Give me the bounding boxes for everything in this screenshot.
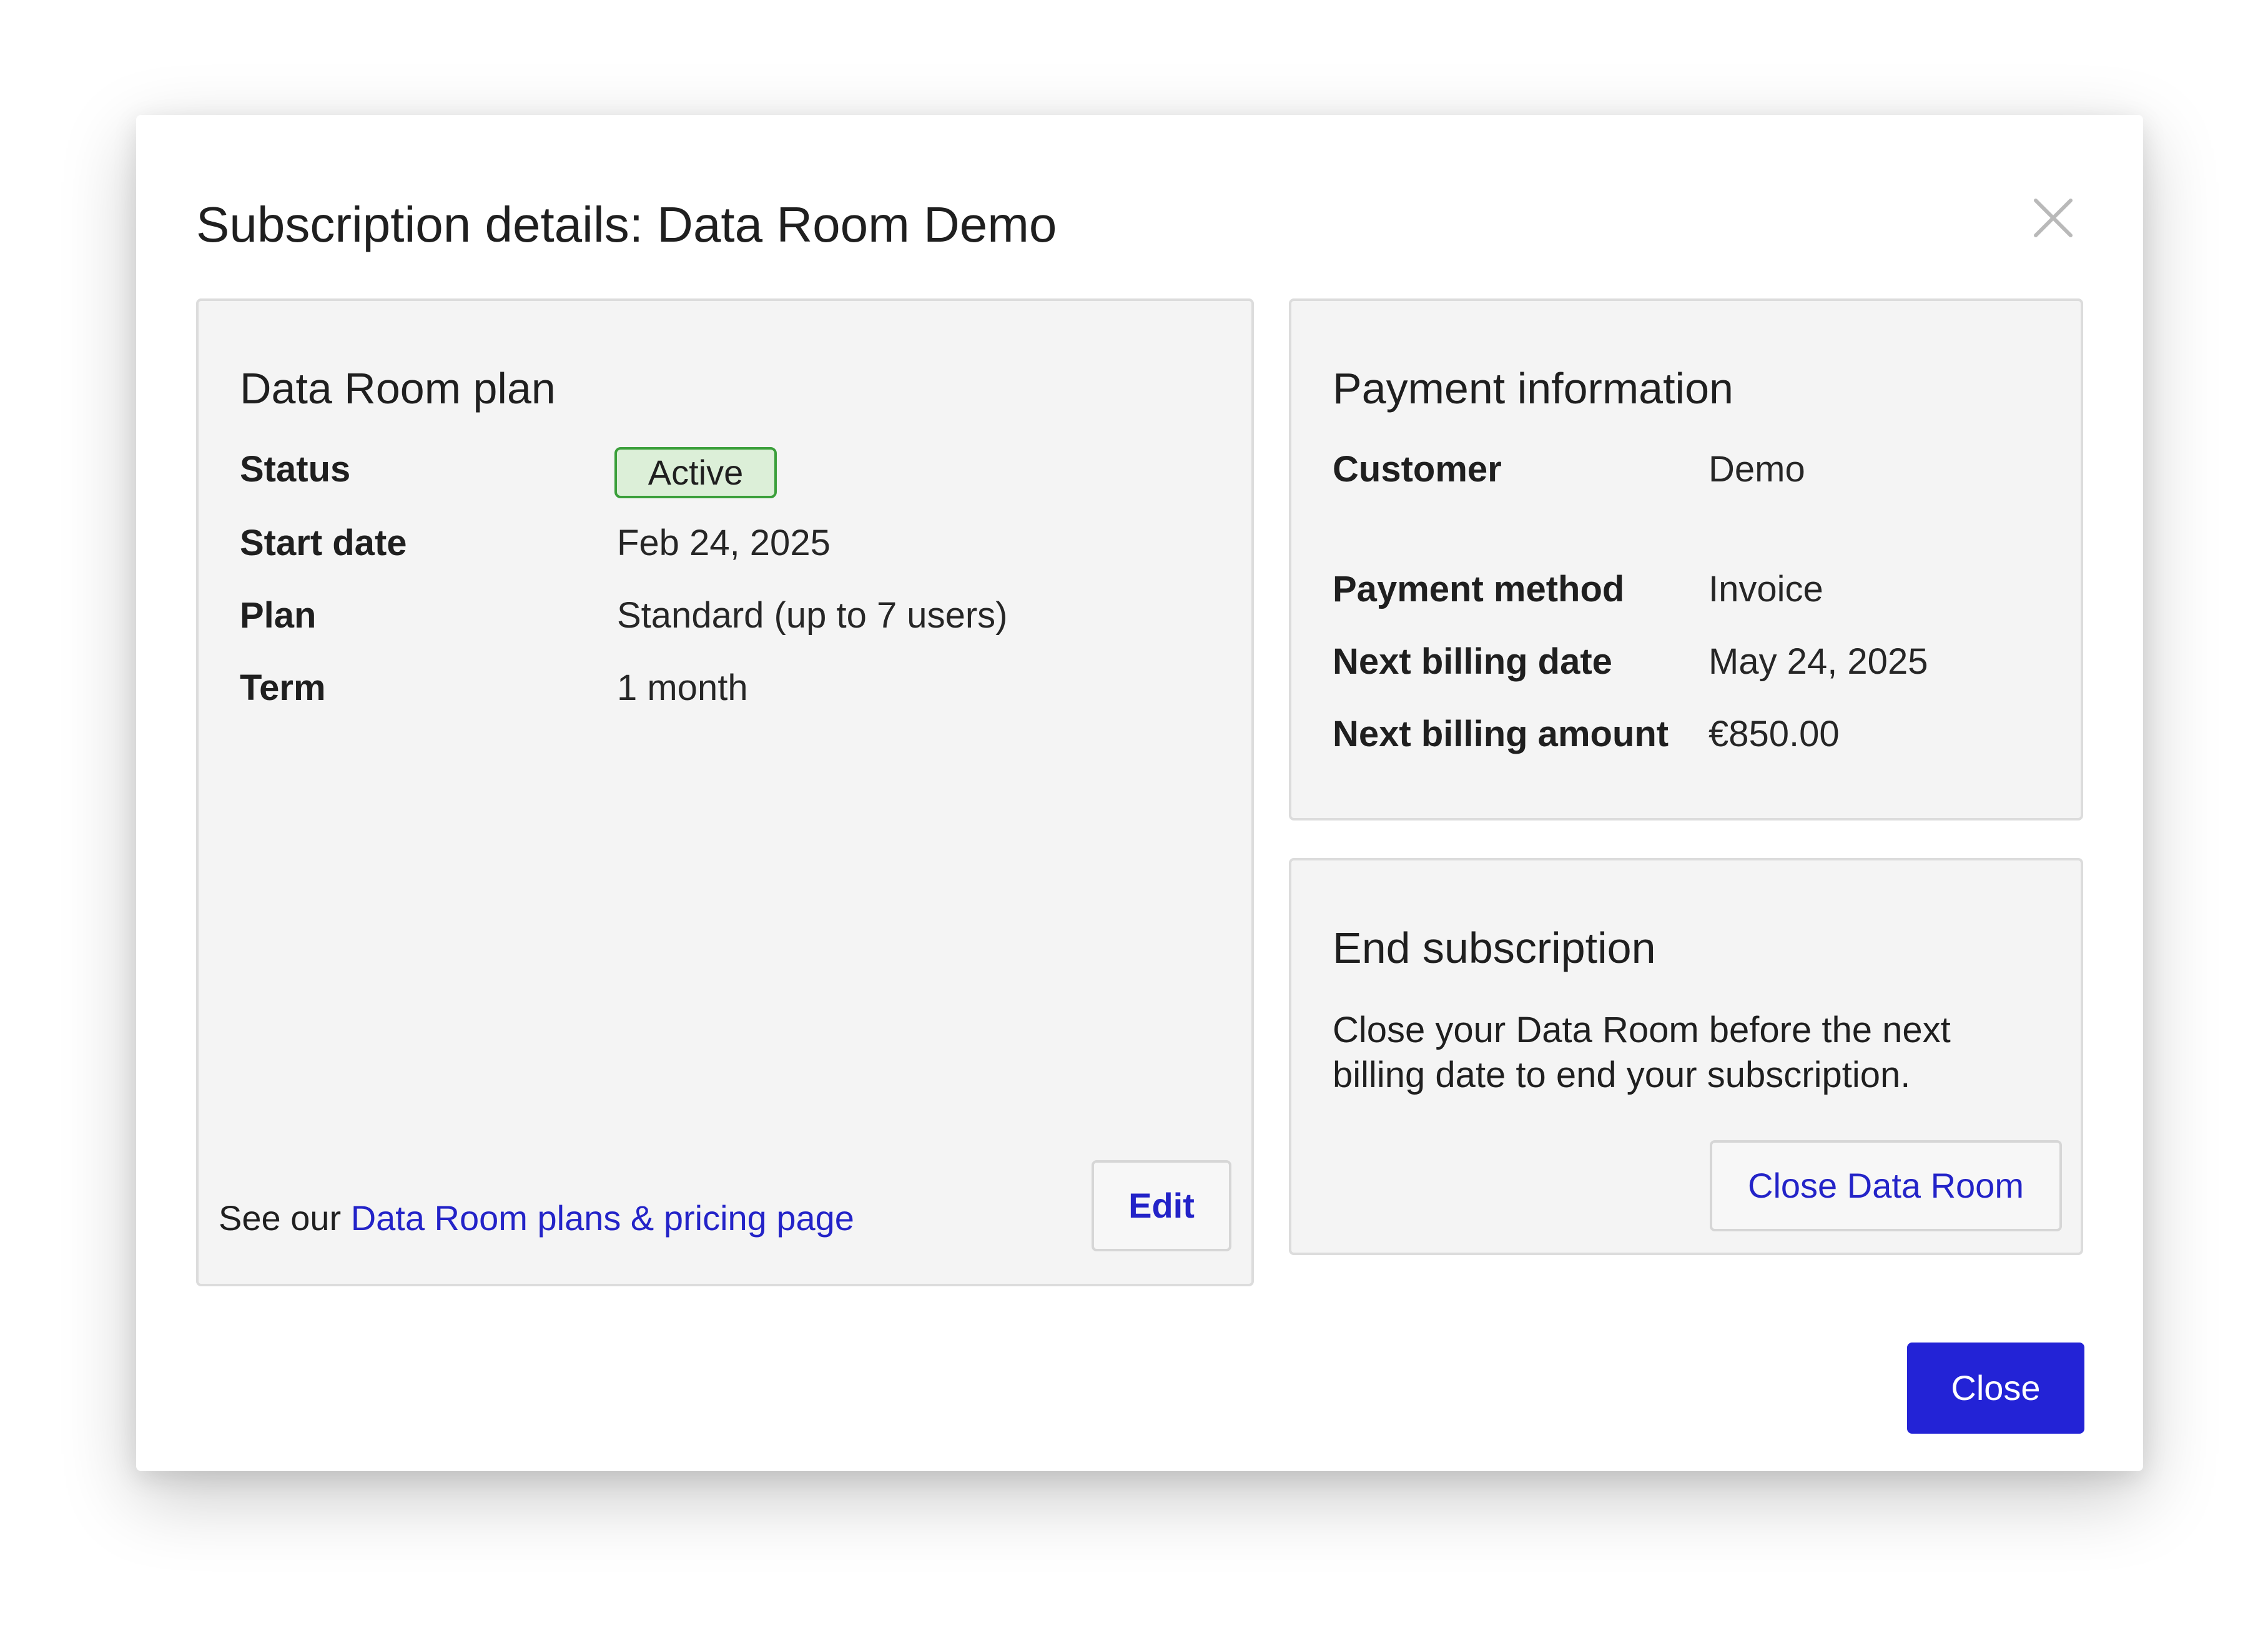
pricing-footer: See our Data Room plans & pricing page (219, 1198, 854, 1238)
payment-card-title: Payment information (1333, 364, 1733, 413)
start-date-value: Feb 24, 2025 (617, 523, 831, 563)
end-subscription-description: Close your Data Room before the next bil… (1333, 1010, 1951, 1095)
edit-button[interactable]: Edit (1092, 1160, 1231, 1251)
close-icon[interactable] (2022, 187, 2084, 249)
status-badge: Active (614, 447, 777, 498)
end-subscription-card: End subscription Close your Data Room be… (1289, 858, 2083, 1255)
close-data-room-button[interactable]: Close Data Room (1710, 1140, 2062, 1231)
next-billing-amount-label: Next billing amount (1333, 714, 1669, 754)
status-label: Status (240, 449, 351, 490)
payment-card: Payment information Customer Demo Paymen… (1289, 298, 2083, 820)
plan-card-title: Data Room plan (240, 364, 556, 413)
pricing-footer-prefix: See our (219, 1198, 351, 1238)
close-button[interactable]: Close (1907, 1343, 2084, 1434)
payment-method-value: Invoice (1708, 569, 1823, 609)
plan-label: Plan (240, 595, 317, 636)
end-subscription-title: End subscription (1333, 924, 1656, 972)
dialog-title: Subscription details: Data Room Demo (196, 197, 1057, 252)
term-label: Term (240, 668, 326, 708)
next-billing-amount-value: €850.00 (1708, 714, 1840, 754)
start-date-label: Start date (240, 523, 407, 563)
plan-value: Standard (up to 7 users) (617, 595, 1008, 636)
term-value: 1 month (617, 668, 748, 708)
pricing-page-link[interactable]: Data Room plans & pricing page (351, 1198, 854, 1238)
next-billing-date-value: May 24, 2025 (1708, 641, 1928, 682)
next-billing-date-label: Next billing date (1333, 641, 1612, 682)
subscription-details-dialog: Subscription details: Data Room Demo Dat… (136, 115, 2143, 1471)
customer-label: Customer (1333, 449, 1502, 490)
plan-card: Data Room plan Status Active Start date … (196, 298, 1254, 1286)
customer-value: Demo (1708, 449, 1805, 490)
payment-method-label: Payment method (1333, 569, 1625, 609)
